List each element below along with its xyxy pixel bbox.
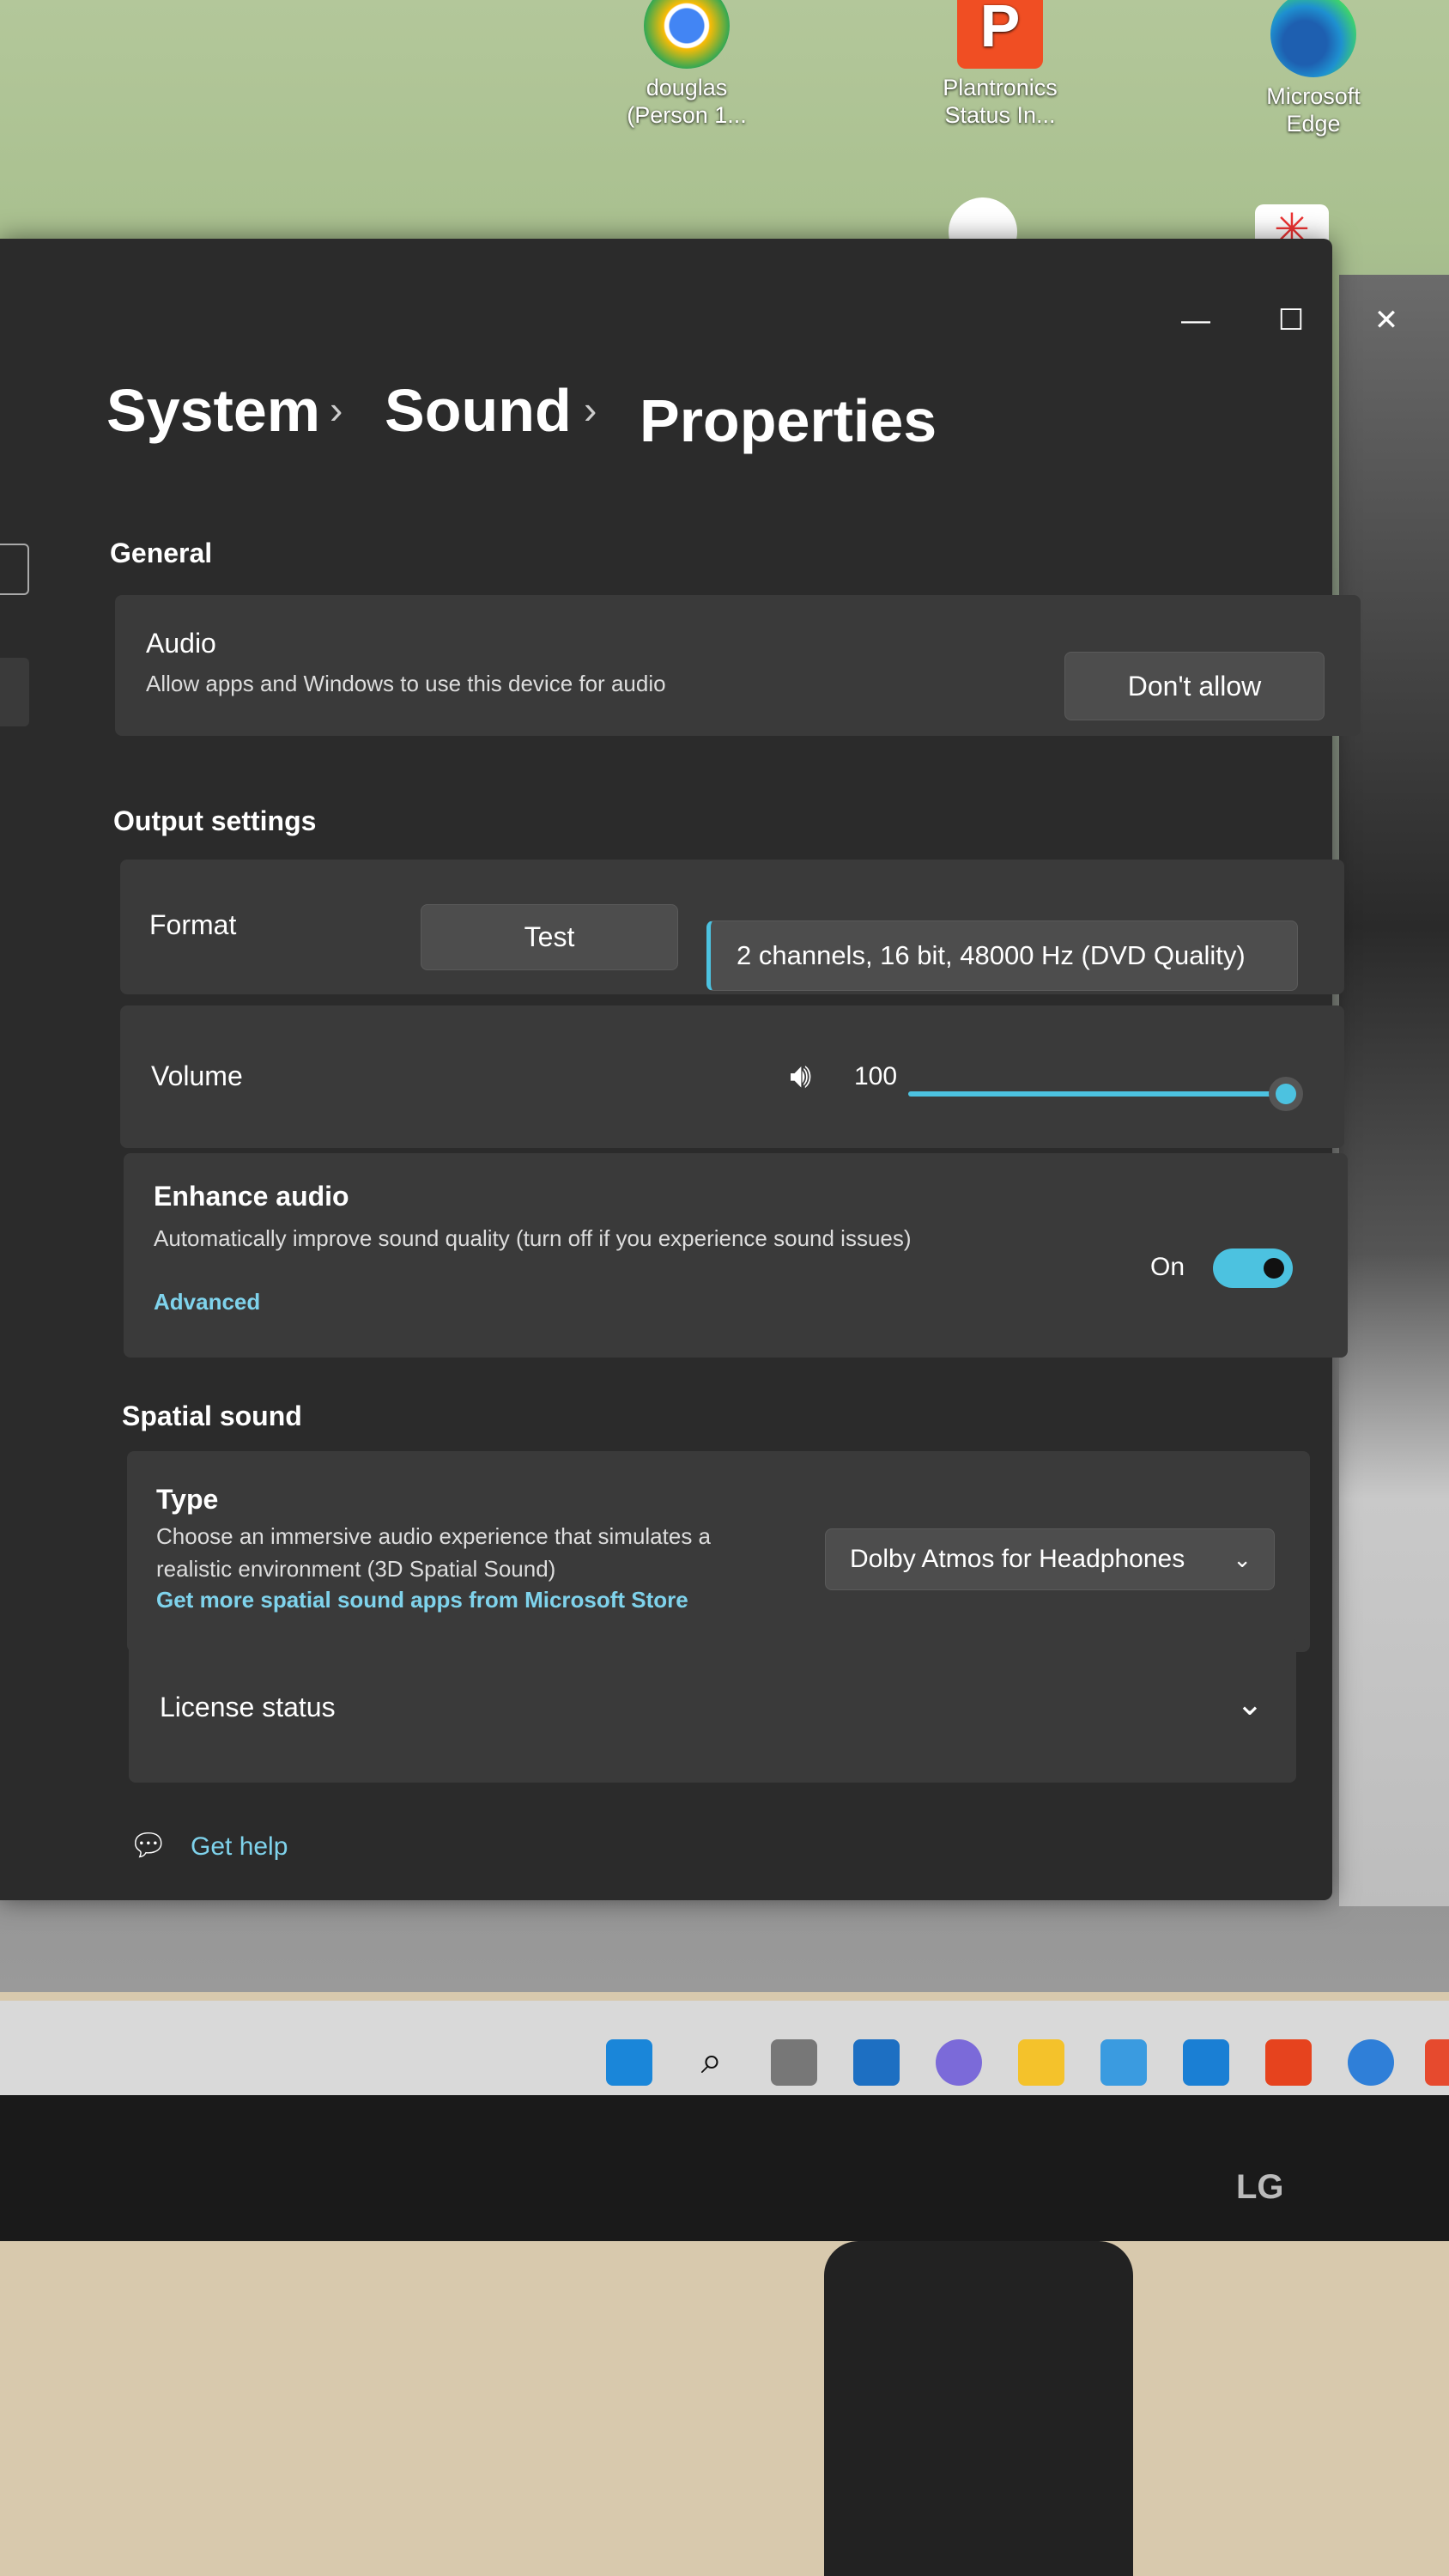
license-status-card[interactable]: License status ⌄ — [129, 1637, 1296, 1783]
edge-icon — [1270, 0, 1356, 77]
audio-title: Audio — [146, 628, 216, 659]
volume-card: Volume 🔊︎ 100 — [120, 1005, 1344, 1148]
spatial-type-description: Choose an immersive audio experience tha… — [156, 1523, 712, 1582]
task-view-icon[interactable] — [771, 2039, 817, 2086]
speaker-icon[interactable]: 🔊︎ — [790, 1057, 811, 1096]
desktop-wallpaper-photo — [1339, 275, 1449, 1906]
spatial-type-value: Dolby Atmos for Headphones — [850, 1545, 1185, 1573]
minimize-button[interactable]: — — [1174, 299, 1217, 342]
page-title: Properties — [640, 387, 937, 454]
format-card: Format Test 2 channels, 16 bit, 48000 Hz… — [120, 860, 1344, 994]
dont-allow-button[interactable]: Don't allow — [1064, 652, 1325, 720]
breadcrumb-separator: › — [584, 387, 597, 432]
breadcrumb-system[interactable]: System — [106, 376, 320, 445]
spatial-type-card: Type Choose an immersive audio experienc… — [127, 1451, 1310, 1652]
brave-icon[interactable] — [1425, 2039, 1449, 2086]
enhance-audio-state: On — [1150, 1253, 1185, 1281]
volume-slider-track[interactable] — [908, 1077, 1303, 1111]
desktop-icon-label: Plantronics Status In... — [943, 75, 1058, 128]
breadcrumb-sound[interactable]: Sound — [385, 376, 572, 445]
desktop-icon-label: Microsoft Edge — [1266, 83, 1361, 137]
sidebar-search-box[interactable] — [0, 544, 29, 595]
license-status-label: License status — [160, 1692, 336, 1722]
get-help-link[interactable]: Get help — [191, 1832, 288, 1862]
toggle-knob — [1264, 1258, 1284, 1279]
enhance-audio-toggle[interactable] — [1213, 1249, 1293, 1288]
section-spatial-sound: Spatial sound — [122, 1400, 302, 1431]
microsoft-store-icon[interactable] — [1100, 2039, 1147, 2086]
teams-chat-icon[interactable] — [936, 2039, 982, 2086]
office-icon[interactable] — [1265, 2039, 1312, 2086]
spatial-type-title: Type — [156, 1484, 219, 1515]
advanced-link[interactable]: Advanced — [154, 1289, 260, 1315]
volume-slider-fill — [908, 1091, 1286, 1097]
microsoft-store-link[interactable]: Get more spatial sound apps from Microso… — [156, 1587, 688, 1613]
desktop-icon-edge[interactable]: Microsoft Edge — [1236, 0, 1391, 137]
maximize-button[interactable]: ☐ — [1270, 299, 1313, 342]
lg-logo: LG — [1236, 2168, 1284, 2206]
mail-icon[interactable] — [1183, 2039, 1229, 2086]
monitor-bezel: LG — [0, 2095, 1449, 2241]
section-general: General — [110, 538, 213, 568]
desktop-icon-label: douglas (Person 1... — [627, 75, 747, 128]
chevron-down-icon[interactable]: ⌄ — [1236, 1685, 1264, 1723]
section-output-settings: Output settings — [113, 805, 317, 836]
enhance-audio-title: Enhance audio — [154, 1181, 349, 1212]
sidebar-item[interactable] — [0, 658, 29, 726]
close-button[interactable]: ✕ — [1365, 299, 1408, 342]
desktop-icon-plantronics[interactable]: P Plantronics Status In... — [923, 0, 1077, 129]
volume-label: Volume — [151, 1060, 243, 1091]
format-dropdown[interactable]: 2 channels, 16 bit, 48000 Hz (DVD Qualit… — [706, 920, 1298, 991]
help-icon: 💬︎ — [129, 1827, 168, 1862]
file-explorer-icon[interactable] — [1018, 2039, 1064, 2086]
test-button[interactable]: Test — [421, 904, 678, 970]
enhance-audio-card: Enhance audio Automatically improve soun… — [124, 1153, 1348, 1358]
audio-description: Allow apps and Windows to use this devic… — [146, 671, 666, 696]
desktop-icon-chrome[interactable]: douglas (Person 1... — [609, 0, 764, 129]
app-icon[interactable] — [1348, 2039, 1394, 2086]
plantronics-icon: P — [957, 0, 1043, 69]
audio-card: Audio Allow apps and Windows to use this… — [115, 595, 1361, 736]
enhance-audio-description: Automatically improve sound quality (tur… — [154, 1225, 912, 1251]
breadcrumb-separator: › — [330, 387, 343, 432]
monitor-stand — [824, 2241, 1133, 2576]
volume-slider-thumb[interactable] — [1269, 1077, 1303, 1111]
search-icon[interactable]: ⌕ — [688, 2039, 735, 2086]
volume-value: 100 — [854, 1062, 898, 1091]
start-icon[interactable] — [606, 2039, 652, 2086]
chevron-down-icon: ⌄ — [1233, 1546, 1252, 1572]
chrome-icon — [644, 0, 730, 69]
format-label: Format — [149, 909, 237, 940]
widgets-icon[interactable] — [853, 2039, 900, 2086]
spatial-type-dropdown[interactable]: Dolby Atmos for Headphones ⌄ — [825, 1528, 1275, 1590]
settings-window: — ☐ ✕ System › Sound › Properties Genera… — [0, 239, 1398, 1900]
